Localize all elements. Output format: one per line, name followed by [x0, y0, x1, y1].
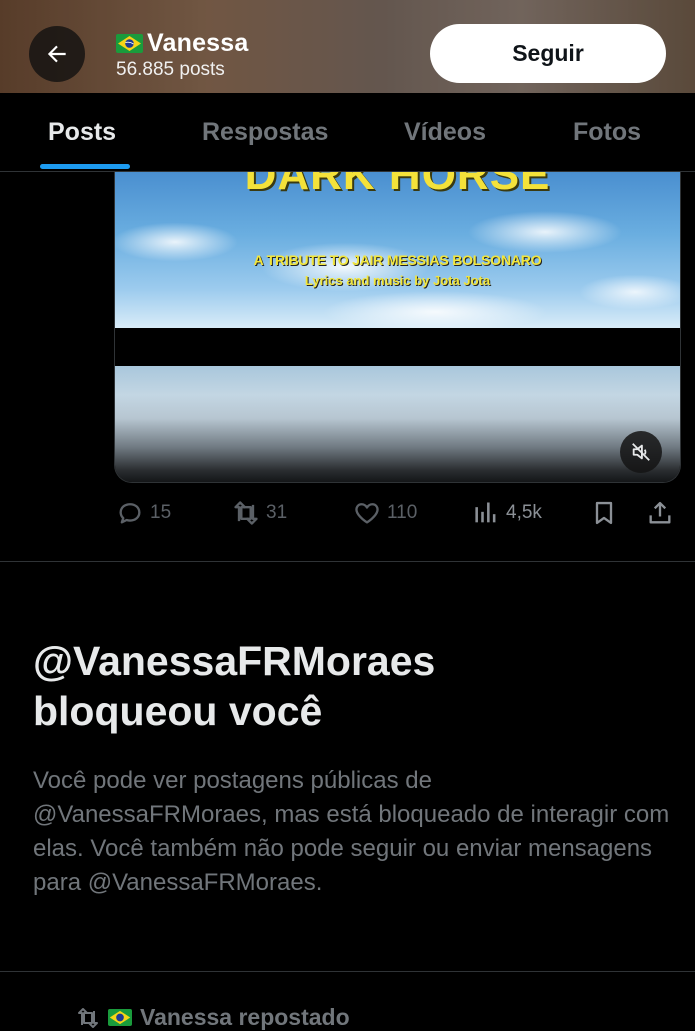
heart-icon — [355, 503, 379, 524]
bar-chart-icon — [475, 502, 496, 523]
repost-count: 31 — [266, 502, 288, 523]
follow-button[interactable]: Seguir — [430, 24, 666, 83]
notice-divider — [0, 971, 695, 972]
profile-header: Vanessa 56.885 posts Seguir — [0, 0, 695, 93]
posts-count: 56.885 posts — [116, 59, 225, 80]
repost-icon — [78, 1007, 98, 1028]
post-divider — [0, 561, 695, 562]
blocked-handle: @VanessaFRMoraes — [33, 638, 436, 684]
repost-button[interactable]: 31 — [232, 492, 287, 534]
tab-respostas[interactable]: Respostas — [202, 93, 328, 171]
brazil-flag-icon — [108, 1009, 132, 1026]
share-icon — [649, 501, 671, 524]
video-subtitle: A TRIBUTE TO JAIR MESSIAS BOLSONARO — [253, 252, 542, 268]
active-tab-indicator — [40, 164, 130, 169]
share-button[interactable] — [646, 492, 674, 534]
video-credits: Lyrics and music by Jota Jota — [304, 273, 491, 288]
muted-speaker-icon — [632, 443, 650, 461]
profile-tabs: Posts Respostas Vídeos Fotos — [0, 93, 695, 172]
like-button[interactable]: 110 — [353, 492, 417, 534]
blocked-notice-title: @VanessaFRMoraes bloqueou você — [33, 636, 663, 736]
repost-indicator: Vanessa repostado — [76, 1004, 350, 1031]
reply-button[interactable]: 15 — [116, 492, 171, 534]
bookmark-icon — [595, 501, 613, 525]
video-frame-lower — [115, 366, 680, 482]
video-frame-sky: DARK HORSE A TRIBUTE TO JAIR MESSIAS BOL… — [115, 172, 680, 328]
arrow-left-icon — [47, 45, 66, 63]
tab-fotos[interactable]: Fotos — [573, 93, 641, 171]
unmute-button[interactable] — [620, 431, 662, 473]
reply-icon — [119, 503, 141, 524]
profile-name: Vanessa — [147, 29, 249, 57]
video-title-text: DARK HORSE — [244, 172, 551, 199]
back-button[interactable] — [29, 26, 85, 82]
views-button[interactable]: 4,5k — [472, 492, 542, 534]
tab-posts[interactable]: Posts — [48, 93, 116, 171]
brazil-flag-icon — [116, 34, 143, 53]
blocked-message: bloqueou você — [33, 688, 323, 734]
profile-title: Vanessa 56.885 posts — [116, 29, 249, 81]
like-count: 110 — [387, 502, 418, 523]
repost-icon — [234, 501, 258, 525]
reply-count: 15 — [150, 502, 172, 523]
video-letterbox — [115, 328, 680, 366]
repost-label: Vanessa repostado — [140, 1004, 350, 1030]
view-count: 4,5k — [506, 502, 542, 523]
blocked-notice-description: Você pode ver postagens públicas de @Van… — [33, 767, 670, 896]
video-media[interactable]: DARK HORSE A TRIBUTE TO JAIR MESSIAS BOL… — [114, 172, 681, 483]
bookmark-button[interactable] — [590, 492, 618, 534]
post-actions: 15 31 110 4,5k — [114, 492, 684, 534]
tab-videos[interactable]: Vídeos — [404, 93, 486, 171]
